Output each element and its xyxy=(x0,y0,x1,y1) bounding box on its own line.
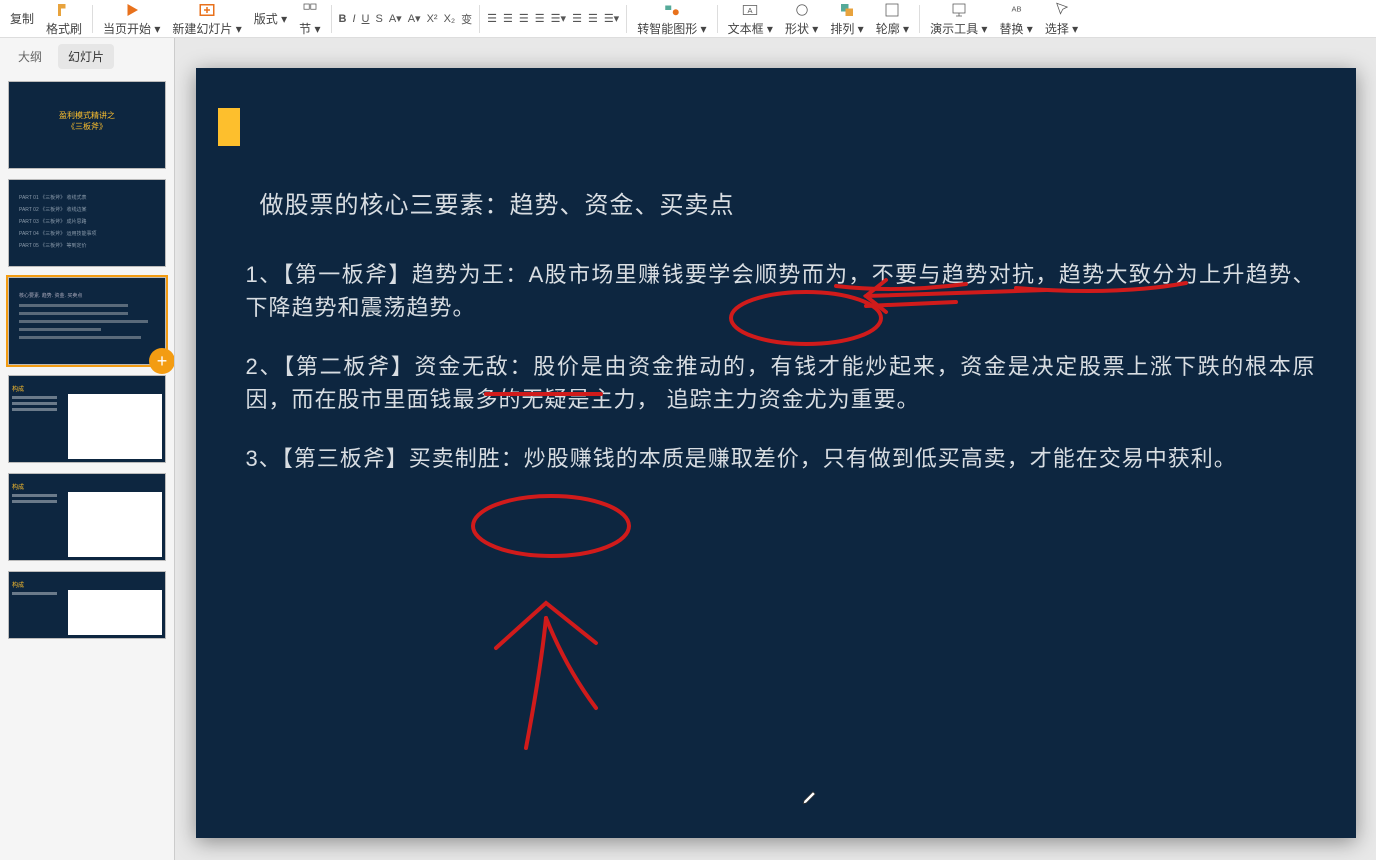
align-justify-button[interactable]: ☰ xyxy=(532,10,548,27)
align-right-button[interactable]: ☰ xyxy=(516,10,532,27)
slide-thumb-6[interactable]: 构成 xyxy=(8,571,166,639)
tab-slides[interactable]: 幻灯片 xyxy=(58,44,114,69)
panel-tabs: 大纲 幻灯片 xyxy=(0,38,174,73)
strike-button[interactable]: S xyxy=(373,11,386,27)
shape-icon xyxy=(793,1,811,19)
replace-button[interactable]: AB 替换 ▾ xyxy=(993,0,1038,39)
slide-thumb-4[interactable]: 构成 xyxy=(8,375,166,463)
canvas-area[interactable]: 做股票的核心三要素：趋势、资金、买卖点 1、【第一板斧】趋势为王：A股市场里赚钱… xyxy=(175,38,1376,860)
superscript-button[interactable]: X² xyxy=(424,11,441,27)
slide-content: 做股票的核心三要素：趋势、资金、买卖点 1、【第一板斧】趋势为王：A股市场里赚钱… xyxy=(246,188,1316,501)
highlight-button[interactable]: A▾ xyxy=(405,10,424,27)
section-icon xyxy=(301,1,319,19)
slide-thumb-3[interactable]: 核心要素. 趋势. 资金. 买卖点 + xyxy=(8,277,166,365)
replace-icon: AB xyxy=(1007,1,1025,19)
paragraph-1: 1、【第一板斧】趋势为王：A股市场里赚钱要学会顺势而为，不要与趋势对抗，趋势大致… xyxy=(246,258,1316,324)
arrange-button[interactable]: 排列 ▾ xyxy=(824,0,869,39)
new-slide-icon xyxy=(198,1,216,19)
bold-button[interactable]: B xyxy=(336,11,350,27)
slide-panel: 大纲 幻灯片 盈利模式精讲之《三板斧》 PART 01 《三板斧》 收线式表 P… xyxy=(0,38,175,860)
slide-thumb-2[interactable]: PART 01 《三板斧》 收线式表 PART 02 《三板斧》 收线边某 PA… xyxy=(8,179,166,267)
shape-button[interactable]: 形状 ▾ xyxy=(779,0,824,39)
subscript-button[interactable]: X₂ xyxy=(441,11,459,27)
gold-accent xyxy=(218,108,240,146)
outline-button[interactable]: 轮廓 ▾ xyxy=(870,0,915,39)
font-color-button[interactable]: A▾ xyxy=(386,10,405,27)
outline-icon xyxy=(883,1,901,19)
layout-button[interactable]: 版式 ▾ xyxy=(248,8,293,29)
paragraph-3: 3、【第三板斧】买卖制胜：炒股赚钱的本质是赚取差价，只有做到低买高卖，才能在交易… xyxy=(246,442,1316,475)
align-left-button[interactable]: ☰ xyxy=(484,10,500,27)
smart-shape-button[interactable]: 转智能图形 ▾ xyxy=(631,0,712,39)
present-icon xyxy=(950,1,968,19)
new-slide-button[interactable]: 新建幻灯片 ▾ xyxy=(166,0,247,39)
main-toolbar: 复制 格式刷 当页开始 ▾ 新建幻灯片 ▾ 版式 ▾ 节 ▾ B I U S A… xyxy=(0,0,1376,38)
textbox-icon: A xyxy=(741,1,759,19)
line-spacing-button[interactable]: ☰▾ xyxy=(601,10,622,27)
indent-inc-button[interactable]: ☰ xyxy=(585,10,601,27)
play-icon xyxy=(123,1,141,19)
slide-title: 做股票的核心三要素：趋势、资金、买卖点 xyxy=(246,188,1316,224)
indent-dec-button[interactable]: ☰ xyxy=(569,10,585,27)
svg-text:A: A xyxy=(748,6,753,15)
copy-button[interactable]: 复制 xyxy=(4,8,40,29)
tab-outline[interactable]: 大纲 xyxy=(8,44,52,69)
current-slide: 做股票的核心三要素：趋势、资金、买卖点 1、【第一板斧】趋势为王：A股市场里赚钱… xyxy=(196,68,1356,838)
underline-button[interactable]: U xyxy=(359,11,373,27)
slide-thumb-5[interactable]: 构成 xyxy=(8,473,166,561)
cursor-icon xyxy=(1053,1,1071,19)
page-start-button[interactable]: 当页开始 ▾ xyxy=(97,0,166,39)
section-button[interactable]: 节 ▾ xyxy=(293,0,326,39)
select-button[interactable]: 选择 ▾ xyxy=(1039,0,1084,39)
bullets-button[interactable]: ☰▾ xyxy=(548,10,569,27)
add-slide-button[interactable]: + xyxy=(149,348,174,374)
format-painter-button[interactable]: 格式刷 xyxy=(40,0,88,39)
smart-shape-icon xyxy=(663,1,681,19)
paragraph-2: 2、【第二板斧】资金无敌：股价是由资金推动的，有钱才能炒起来，资金是决定股票上涨… xyxy=(246,350,1316,416)
svg-text:AB: AB xyxy=(1012,4,1022,13)
pen-cursor-icon xyxy=(801,788,819,806)
present-tools-button[interactable]: 演示工具 ▾ xyxy=(924,0,993,39)
wen-button[interactable]: 变 xyxy=(458,9,475,29)
textbox-button[interactable]: A 文本框 ▾ xyxy=(722,0,779,39)
thumbnail-list[interactable]: 盈利模式精讲之《三板斧》 PART 01 《三板斧》 收线式表 PART 02 … xyxy=(0,73,174,860)
arrange-icon xyxy=(838,1,856,19)
align-center-button[interactable]: ☰ xyxy=(500,10,516,27)
brush-icon xyxy=(55,1,73,19)
slide-thumb-1[interactable]: 盈利模式精讲之《三板斧》 xyxy=(8,81,166,169)
italic-button[interactable]: I xyxy=(349,11,358,27)
